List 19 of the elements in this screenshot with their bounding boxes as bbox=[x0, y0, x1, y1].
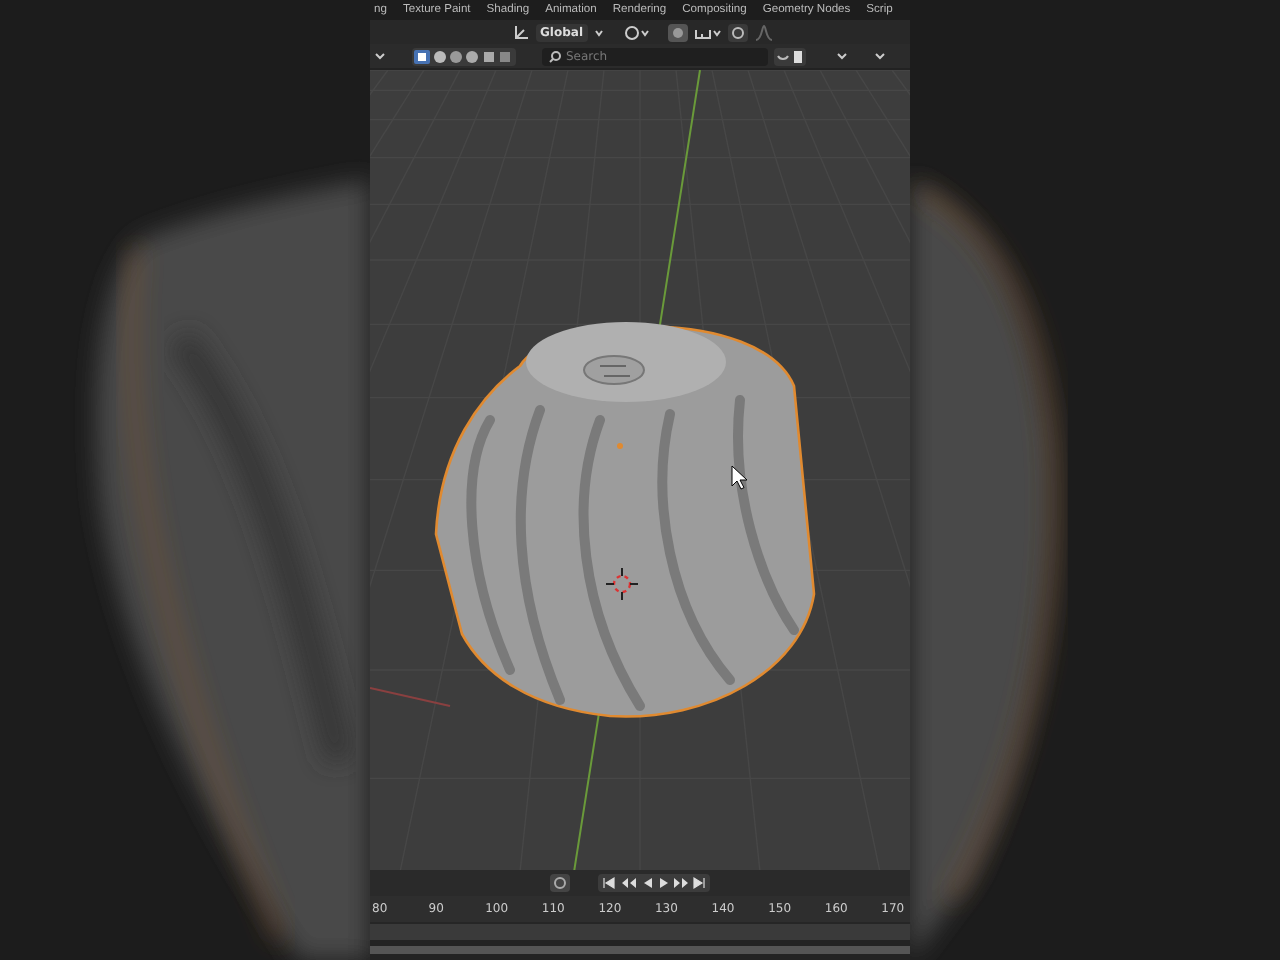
search-icon bbox=[548, 49, 562, 63]
record-button-icon[interactable] bbox=[550, 874, 570, 893]
x-axis-line bbox=[370, 687, 451, 707]
mouse-pointer-icon bbox=[731, 465, 748, 490]
caret-icon[interactable] bbox=[836, 50, 848, 62]
axis-icon[interactable] bbox=[512, 23, 530, 41]
overlay-icon[interactable] bbox=[774, 47, 806, 65]
caret-icon[interactable] bbox=[874, 50, 886, 62]
crosshair-cursor-icon[interactable] bbox=[605, 567, 639, 601]
proportional-edit-icon[interactable] bbox=[727, 23, 748, 41]
snap-icon[interactable] bbox=[667, 23, 688, 41]
link-icon[interactable] bbox=[619, 23, 652, 41]
shading-modes-icon[interactable] bbox=[412, 47, 516, 65]
caret-icon[interactable] bbox=[593, 27, 604, 37]
caret-icon[interactable] bbox=[374, 50, 386, 62]
playback-controls-icon[interactable] bbox=[598, 874, 710, 893]
twisted-cup-drawing[interactable] bbox=[434, 322, 816, 718]
scrollbar[interactable] bbox=[370, 946, 910, 955]
origin-dot bbox=[617, 443, 623, 449]
